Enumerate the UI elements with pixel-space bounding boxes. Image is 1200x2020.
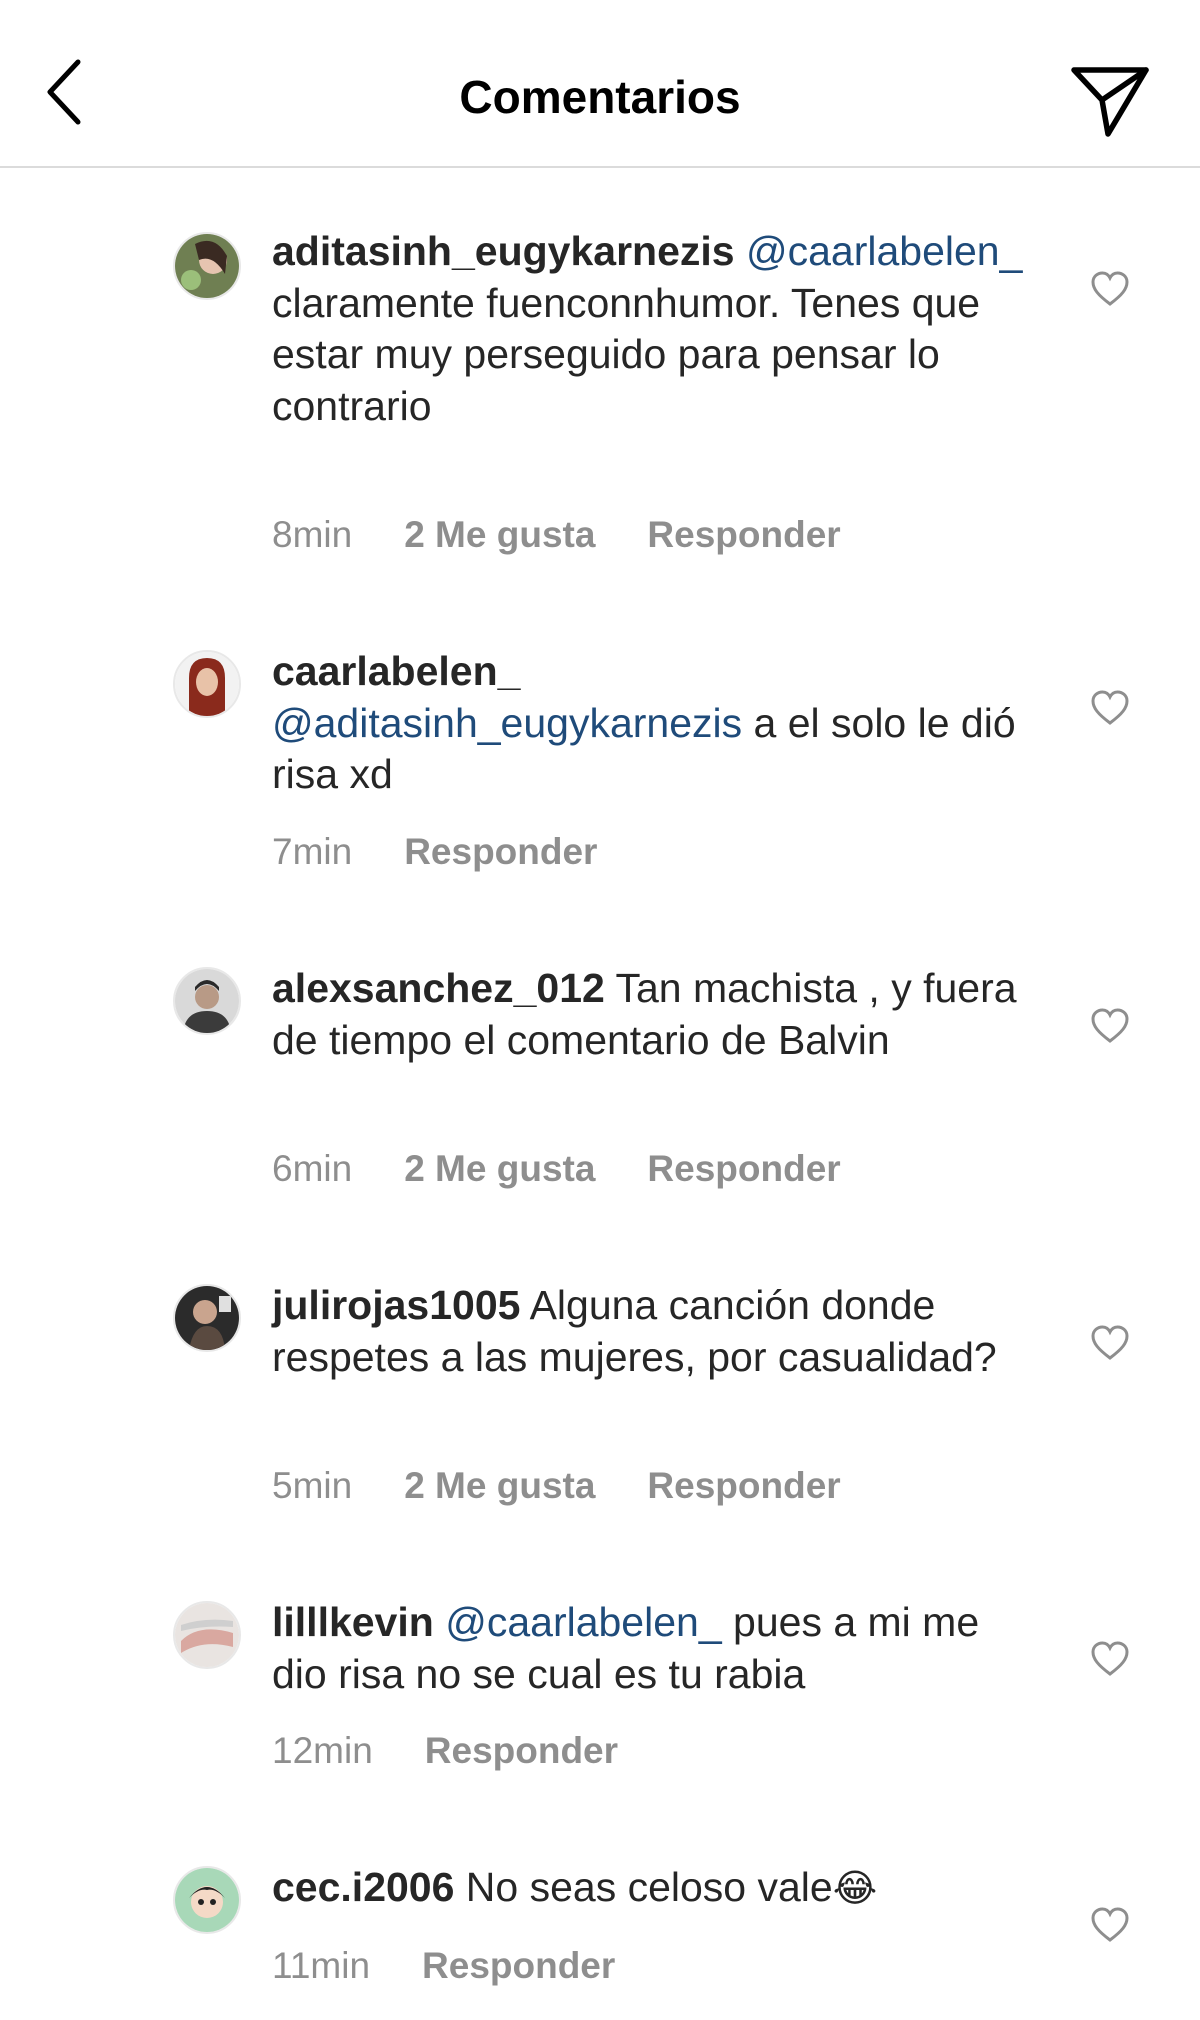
comment-username[interactable]: julirojas1005 [272,1282,520,1328]
comment-time: 6min [272,1148,353,1189]
comment-time: 8min [272,514,353,555]
comment-mention[interactable]: @aditasinh_eugykarnezis [272,700,742,746]
comment-username[interactable]: lilllkevin [272,1599,434,1645]
comment-username[interactable]: alexsanchez_012 [272,965,605,1011]
comment-text: caarlabelen_ @aditasinh_eugykarnezis a e… [272,646,1032,801]
reply-button[interactable]: Responder [647,1148,840,1190]
laughing-emoji-icon: 😂 [832,1868,878,1910]
comment-body: No seas celoso vale [454,1864,833,1910]
paper-plane-icon[interactable] [1068,58,1152,142]
comment-meta: 8min 2 Me gusta Responder [272,514,841,556]
reply-button[interactable]: Responder [647,514,840,556]
heart-icon[interactable] [1090,1324,1130,1362]
header-bar: Comentarios [0,0,1200,168]
comment-meta: 5min 2 Me gusta Responder [272,1465,841,1507]
avatar[interactable] [173,967,241,1035]
comment-mention[interactable]: @caarlabelen_ [746,228,1022,274]
heart-icon[interactable] [1090,270,1130,308]
comment-text: julirojas1005 Alguna canción donde respe… [272,1280,1032,1383]
heart-icon[interactable] [1090,1906,1130,1944]
reply-button[interactable]: Responder [647,1465,840,1507]
comment-username[interactable]: aditasinh_eugykarnezis [272,228,735,274]
reply-button[interactable]: Responder [422,1945,615,1987]
reply-button[interactable]: Responder [404,831,597,873]
avatar[interactable] [173,650,241,718]
comment-meta: 12min Responder [272,1730,618,1772]
avatar[interactable] [173,232,241,300]
comment-time: 7min [272,831,353,872]
heart-icon[interactable] [1090,689,1130,727]
comment-meta: 6min 2 Me gusta Responder [272,1148,841,1190]
comment-meta: 7min Responder [272,831,597,873]
comment-text: aditasinh_eugykarnezis @caarlabelen_ cla… [272,226,1032,432]
comment-body: claramente fuenconnhumor. Tenes que esta… [272,279,981,429]
comment-mention[interactable]: @caarlabelen_ [445,1599,721,1645]
comment-username[interactable]: caarlabelen_ [272,648,520,694]
page-title: Comentarios [459,71,741,123]
likes-count[interactable]: 2 Me gusta [404,514,595,556]
comment-text: lilllkevin @caarlabelen_ pues a mi me di… [272,1597,1032,1700]
comment-time: 12min [272,1730,373,1771]
reply-button[interactable]: Responder [425,1730,618,1772]
comment-time: 11min [272,1945,371,1986]
comment-text: cec.i2006 No seas celoso vale😂 [272,1862,1032,1916]
comment-time: 5min [272,1465,353,1506]
heart-icon[interactable] [1090,1007,1130,1045]
avatar[interactable] [173,1866,241,1934]
heart-icon[interactable] [1090,1640,1130,1678]
comment-username[interactable]: cec.i2006 [272,1864,454,1910]
comment-text: alexsanchez_012 Tan machista , y fuera d… [272,963,1032,1066]
likes-count[interactable]: 2 Me gusta [404,1148,595,1190]
comment-meta: 11min Responder [272,1945,615,1987]
avatar[interactable] [173,1284,241,1352]
likes-count[interactable]: 2 Me gusta [404,1465,595,1507]
avatar[interactable] [173,1601,241,1669]
